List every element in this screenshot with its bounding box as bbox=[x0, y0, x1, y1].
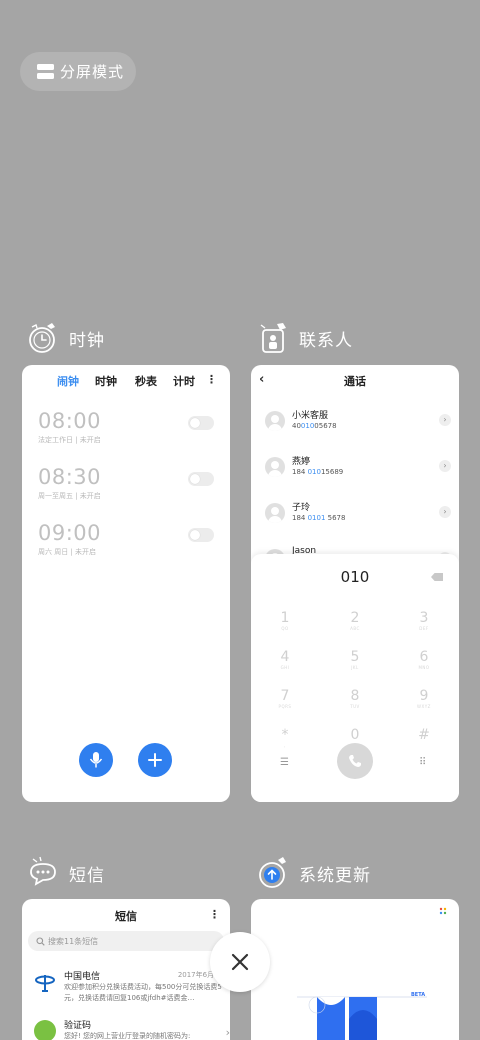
alarm-detail: 周六 周日 | 未开启 bbox=[38, 548, 97, 556]
alarm-toggle[interactable] bbox=[188, 472, 214, 486]
messages-app-card[interactable]: 短信 ⋮ 搜索11条短信 中国电信 2017年6月30日 欢迎参加积分兑换话费活… bbox=[22, 899, 230, 1040]
dial-key[interactable]: 6 MNO bbox=[404, 649, 444, 670]
china-telecom-logo-icon bbox=[35, 975, 55, 992]
search-input[interactable]: 搜索11条短信 bbox=[28, 931, 224, 951]
microphone-icon bbox=[89, 752, 103, 768]
clock-app-card[interactable]: 闹钟 时钟 秒表 计时 ⋮ 08:00 法定工作日 | 未开启 08:30 周一… bbox=[22, 365, 230, 802]
chevron-right-icon[interactable]: › bbox=[439, 506, 451, 518]
alarm-toggle[interactable] bbox=[188, 416, 214, 430]
message-preview: 您好! 您的网上营业厅登录的随机密码为: bbox=[64, 1032, 191, 1040]
alarm-item[interactable]: 08:30 周一至周五 | 未开启 bbox=[38, 465, 214, 505]
more-menu-icon[interactable] bbox=[439, 907, 447, 916]
contact-number: 4001005678 bbox=[292, 422, 337, 430]
phone-icon bbox=[349, 755, 361, 767]
dial-key[interactable]: 7 PQRS bbox=[265, 688, 305, 709]
dial-key[interactable]: 3 DEF bbox=[404, 610, 444, 631]
chevron-right-icon[interactable]: › bbox=[439, 414, 451, 426]
chevron-right-icon[interactable]: › bbox=[226, 1026, 230, 1039]
dial-key[interactable]: 5 JKL bbox=[335, 649, 375, 670]
app-header-system-update: 系统更新 bbox=[257, 856, 371, 890]
contacts-app-card[interactable]: ‹ 通话 小米客服 4001005678 › 燕婷 184 01015689 ›… bbox=[251, 365, 459, 802]
dial-key[interactable]: 2 ABC bbox=[335, 610, 375, 631]
dial-input[interactable]: 010 bbox=[251, 568, 459, 586]
dial-key[interactable]: 1 QO bbox=[265, 610, 305, 631]
contact-row[interactable]: 小米客服 4001005678 › bbox=[265, 408, 451, 438]
avatar bbox=[265, 457, 285, 477]
app-name-messages: 短信 bbox=[69, 865, 105, 886]
dial-key[interactable]: 9 WXYZ bbox=[404, 688, 444, 709]
more-menu-icon[interactable]: ⋮ bbox=[206, 373, 217, 386]
contact-row[interactable]: 子玲 184 0101 5678 › bbox=[265, 500, 451, 530]
clock-icon bbox=[29, 323, 55, 353]
alarm-toggle[interactable] bbox=[188, 528, 214, 542]
contact-name: 小米客服 bbox=[292, 411, 329, 421]
split-screen-icon bbox=[37, 64, 54, 79]
dial-key[interactable]: # bbox=[404, 727, 444, 748]
system-update-icon bbox=[259, 857, 286, 888]
app-name-clock: 时钟 bbox=[69, 330, 105, 351]
message-preview: 欢迎参加积分兑换话费活动，每500分可兑换话费5元，兑换话费请回复106或jfd… bbox=[64, 983, 222, 1002]
contact-name: 燕婷 bbox=[292, 457, 311, 467]
avatar bbox=[265, 503, 285, 523]
tab-alarm[interactable]: 闹钟 bbox=[57, 373, 79, 389]
messages-icon bbox=[30, 856, 56, 886]
clear-all-button[interactable] bbox=[210, 932, 270, 992]
dial-key[interactable]: *, bbox=[265, 727, 305, 748]
add-alarm-button[interactable] bbox=[138, 743, 172, 777]
page-title: 短信 bbox=[115, 910, 137, 923]
avatar bbox=[265, 411, 285, 431]
alarm-item[interactable]: 08:00 法定工作日 | 未开启 bbox=[38, 409, 214, 449]
contact-name: 子玲 bbox=[292, 503, 311, 513]
app-header-messages: 短信 bbox=[27, 856, 105, 890]
alarm-detail: 法定工作日 | 未开启 bbox=[38, 436, 101, 444]
dialpad-panel: 010 1 QO 2 ABC 3 DEF 4 GHI 5 JKL 6 MNO 7 PQRS 8… bbox=[251, 554, 459, 802]
app-name-contacts: 联系人 bbox=[299, 330, 353, 351]
clock-tab-bar: 闹钟 时钟 秒表 计时 bbox=[22, 373, 230, 391]
keypad-icon[interactable]: ⠿ bbox=[419, 757, 426, 768]
message-sender: 中国电信 bbox=[64, 972, 101, 982]
verification-code-icon bbox=[34, 1020, 56, 1040]
page-title: 通话 bbox=[344, 375, 366, 388]
app-header-contacts: 联系人 bbox=[257, 321, 353, 355]
alarm-detail: 周一至周五 | 未开启 bbox=[38, 492, 101, 500]
app-name-system-update: 系统更新 bbox=[299, 865, 371, 886]
message-item[interactable]: 验证码 您好! 您的网上营业厅登录的随机密码为: › bbox=[34, 1018, 230, 1040]
system-update-app-card[interactable]: BETA bbox=[251, 899, 459, 1040]
dial-key[interactable]: 8 TUV bbox=[335, 688, 375, 709]
contacts-icon bbox=[260, 323, 286, 353]
contact-number: 184 01015689 bbox=[292, 468, 344, 476]
voice-alarm-button[interactable] bbox=[79, 743, 113, 777]
more-menu-icon[interactable]: ⋮ bbox=[209, 908, 220, 921]
message-item[interactable]: 中国电信 2017年6月30日 欢迎参加积分兑换话费活动，每500分可兑换话费5… bbox=[34, 969, 230, 1009]
close-icon bbox=[231, 953, 249, 971]
menu-icon[interactable]: ☰ bbox=[280, 757, 289, 768]
message-sender: 验证码 bbox=[64, 1021, 92, 1031]
contact-number: 184 0101 5678 bbox=[292, 514, 346, 522]
alarm-item[interactable]: 09:00 周六 周日 | 未开启 bbox=[38, 521, 214, 561]
split-screen-label: 分屏模式 bbox=[60, 63, 125, 81]
chevron-right-icon[interactable]: › bbox=[439, 460, 451, 472]
search-placeholder: 搜索11条短信 bbox=[48, 936, 99, 946]
tab-clock[interactable]: 时钟 bbox=[95, 373, 117, 389]
contact-row[interactable]: 燕婷 184 01015689 › bbox=[265, 454, 451, 484]
tab-timer[interactable]: 计时 bbox=[173, 373, 195, 389]
app-header-clock: 时钟 bbox=[27, 321, 105, 355]
plus-icon bbox=[148, 753, 162, 767]
beta-badge: BETA bbox=[411, 992, 426, 998]
dial-key[interactable]: 4 GHI bbox=[265, 649, 305, 670]
search-icon bbox=[36, 936, 45, 946]
call-button[interactable] bbox=[337, 743, 373, 779]
split-screen-button[interactable]: 分屏模式 bbox=[20, 52, 136, 91]
update-illustration bbox=[297, 996, 427, 1040]
tab-stopwatch[interactable]: 秒表 bbox=[135, 373, 157, 389]
